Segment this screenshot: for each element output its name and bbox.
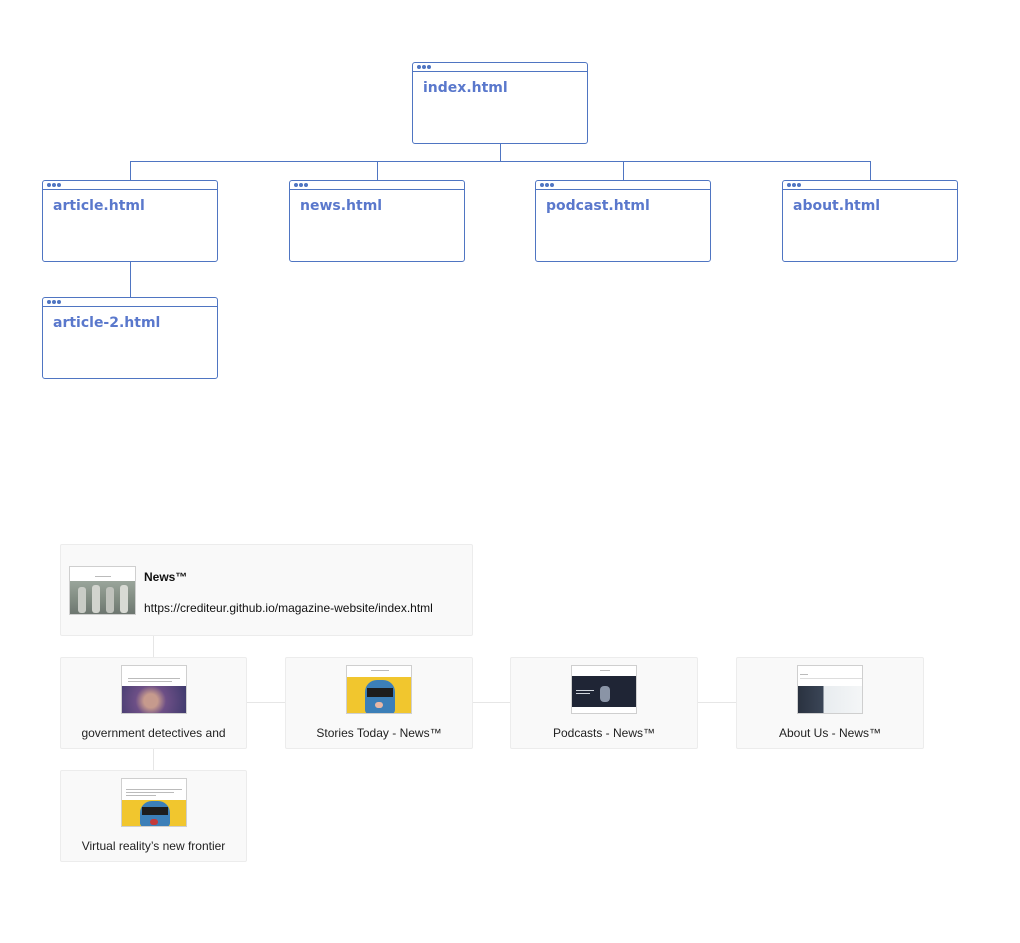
preview-card-article-2[interactable]: Virtual reality’s new frontier <box>60 770 247 862</box>
node-label: about.html <box>793 198 881 214</box>
window-bar <box>43 298 217 307</box>
window-bar <box>290 181 464 190</box>
node-news[interactable]: news.html <box>289 180 465 262</box>
page-thumbnail <box>69 566 136 615</box>
preview-connector-h2 <box>472 702 510 703</box>
preview-card-about[interactable]: About Us - News™ <box>736 657 924 749</box>
connector-article <box>130 161 131 180</box>
node-article-2[interactable]: article-2.html <box>42 297 218 379</box>
preview-card-news[interactable]: Stories Today - News™ <box>285 657 473 749</box>
page-thumbnail <box>346 665 412 714</box>
preview-connector-root <box>153 635 154 658</box>
preview-card-article[interactable]: government detectives and <box>60 657 247 749</box>
page-thumbnail <box>797 665 863 714</box>
node-label: index.html <box>423 80 508 96</box>
connector-article-2 <box>130 261 131 298</box>
node-label: news.html <box>300 198 383 214</box>
node-label: article-2.html <box>53 315 161 331</box>
connector-index-down <box>500 143 501 161</box>
node-podcast[interactable]: podcast.html <box>535 180 711 262</box>
preview-url[interactable]: https://crediteur.github.io/magazine-web… <box>144 601 433 615</box>
preview-card-podcast[interactable]: Podcasts - News™ <box>510 657 698 749</box>
preview-label: Stories Today - News™ <box>316 726 442 740</box>
preview-connector-h1 <box>247 702 285 703</box>
preview-label: About Us - News™ <box>778 726 882 740</box>
page-thumbnail <box>121 665 187 714</box>
node-label: article.html <box>53 198 145 214</box>
window-bar <box>783 181 957 190</box>
preview-connector-h3 <box>698 702 736 703</box>
node-about[interactable]: about.html <box>782 180 958 262</box>
window-bar <box>536 181 710 190</box>
node-article[interactable]: article.html <box>42 180 218 262</box>
preview-card-root[interactable]: News™ https://crediteur.github.io/magazi… <box>60 544 473 636</box>
page-thumbnail <box>121 778 187 827</box>
preview-title: News™ <box>144 570 188 584</box>
connector-about <box>870 161 871 180</box>
connector-podcast <box>623 161 624 180</box>
node-index[interactable]: index.html <box>412 62 588 144</box>
preview-label: Virtual reality’s new frontier <box>81 839 226 853</box>
node-label: podcast.html <box>546 198 650 214</box>
preview-connector-child <box>153 748 154 770</box>
window-bar <box>413 63 587 72</box>
connector-horizontal <box>130 161 871 162</box>
page-thumbnail <box>571 665 637 714</box>
window-bar <box>43 181 217 190</box>
preview-label: Podcasts - News™ <box>552 726 656 740</box>
connector-news <box>377 161 378 180</box>
preview-label: government detectives and <box>81 726 226 740</box>
